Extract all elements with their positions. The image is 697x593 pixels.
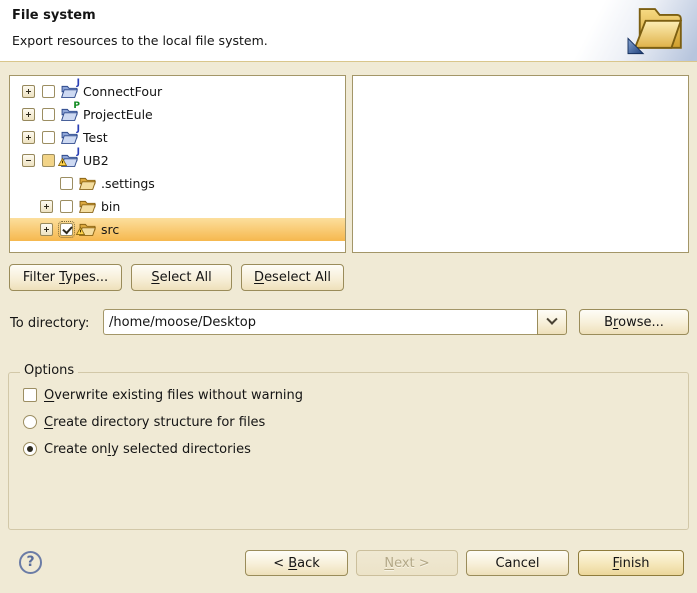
expand-plus-icon[interactable]: [22, 85, 35, 98]
tree-item-label[interactable]: bin: [101, 199, 120, 214]
question-mark-icon: ?: [26, 554, 34, 570]
resource-tree-panel[interactable]: J ConnectFour P ProjectEule J Test J: [9, 75, 346, 253]
tree-row-test[interactable]: J Test: [10, 126, 345, 149]
overwrite-checkbox[interactable]: [23, 388, 37, 402]
folder-icon: [79, 176, 96, 191]
export-folder-icon: [625, 2, 685, 60]
wizard-header: File system Export resources to the loca…: [0, 0, 697, 62]
tree-item-label[interactable]: src: [101, 222, 119, 237]
option-overwrite[interactable]: Overwrite existing files without warning: [23, 387, 303, 403]
java-decorator: J: [77, 125, 80, 134]
option-label[interactable]: Create directory structure for files: [44, 415, 265, 430]
chevron-down-icon: [546, 314, 557, 325]
tree-item-label[interactable]: Test: [83, 130, 108, 145]
to-directory-label: To directory:: [10, 316, 89, 331]
directory-structure-radio[interactable]: [23, 415, 37, 429]
checkbox-src-checked[interactable]: [60, 223, 73, 236]
filter-types-button[interactable]: Filter Types...: [9, 264, 122, 291]
option-label[interactable]: Overwrite existing files without warning: [44, 388, 303, 403]
combo-dropdown-button[interactable]: [537, 309, 567, 335]
java-project-folder-icon: J: [61, 130, 78, 145]
page-description: Export resources to the local file syste…: [12, 33, 268, 48]
select-all-button[interactable]: Select All: [131, 264, 232, 291]
expand-plus-icon[interactable]: [22, 131, 35, 144]
directory-input[interactable]: [103, 309, 537, 335]
tree-item-label[interactable]: ConnectFour: [83, 84, 162, 99]
expand-plus-icon[interactable]: [40, 200, 53, 213]
folder-warning-icon: [79, 222, 96, 237]
selected-directories-radio[interactable]: [23, 442, 37, 456]
tree-item-label[interactable]: ProjectEule: [83, 107, 153, 122]
plugin-decorator: P: [73, 102, 80, 111]
directory-combobox[interactable]: [103, 309, 567, 335]
warning-overlay-icon: [58, 155, 67, 170]
tree-row-connectfour[interactable]: J ConnectFour: [10, 80, 345, 103]
checkbox-connectfour[interactable]: [42, 85, 55, 98]
option-directory-structure[interactable]: Create directory structure for files: [23, 414, 265, 430]
page-title: File system: [12, 8, 96, 23]
tree-row-src-selected[interactable]: src: [10, 218, 345, 241]
checkbox-settings[interactable]: [60, 177, 73, 190]
cancel-button[interactable]: Cancel: [466, 550, 569, 576]
warning-overlay-icon: [76, 224, 85, 239]
expand-plus-icon[interactable]: [22, 108, 35, 121]
tree-row-ub2[interactable]: J UB2: [10, 149, 345, 172]
tree-row-bin[interactable]: bin: [10, 195, 345, 218]
java-project-folder-icon: P: [61, 107, 78, 122]
expand-plus-icon[interactable]: [40, 223, 53, 236]
java-project-folder-icon: J: [61, 84, 78, 99]
java-project-folder-warning-icon: J: [61, 153, 78, 168]
checkbox-ub2-grayed[interactable]: [42, 154, 55, 167]
java-decorator: J: [77, 148, 80, 157]
tree-row-settings[interactable]: .settings: [10, 172, 345, 195]
browse-button[interactable]: Browse...: [579, 309, 689, 335]
collapse-minus-icon[interactable]: [22, 154, 35, 167]
checkbox-projecteule[interactable]: [42, 108, 55, 121]
tree-item-label[interactable]: UB2: [83, 153, 109, 168]
option-selected-directories[interactable]: Create only selected directories: [23, 441, 251, 457]
tree-row-projecteule[interactable]: P ProjectEule: [10, 103, 345, 126]
java-decorator: J: [77, 79, 80, 88]
option-label[interactable]: Create only selected directories: [44, 442, 251, 457]
checkbox-bin[interactable]: [60, 200, 73, 213]
tree-item-label[interactable]: .settings: [101, 176, 155, 191]
back-button[interactable]: < Back: [245, 550, 348, 576]
finish-button[interactable]: Finish: [578, 550, 684, 576]
options-group: Options Overwrite existing files without…: [8, 372, 689, 530]
options-group-title: Options: [20, 363, 78, 378]
checkbox-test[interactable]: [42, 131, 55, 144]
deselect-all-button[interactable]: Deselect All: [241, 264, 344, 291]
file-list-panel[interactable]: [352, 75, 689, 253]
folder-icon: [79, 199, 96, 214]
next-button: Next >: [356, 550, 458, 576]
help-button[interactable]: ?: [19, 551, 42, 574]
